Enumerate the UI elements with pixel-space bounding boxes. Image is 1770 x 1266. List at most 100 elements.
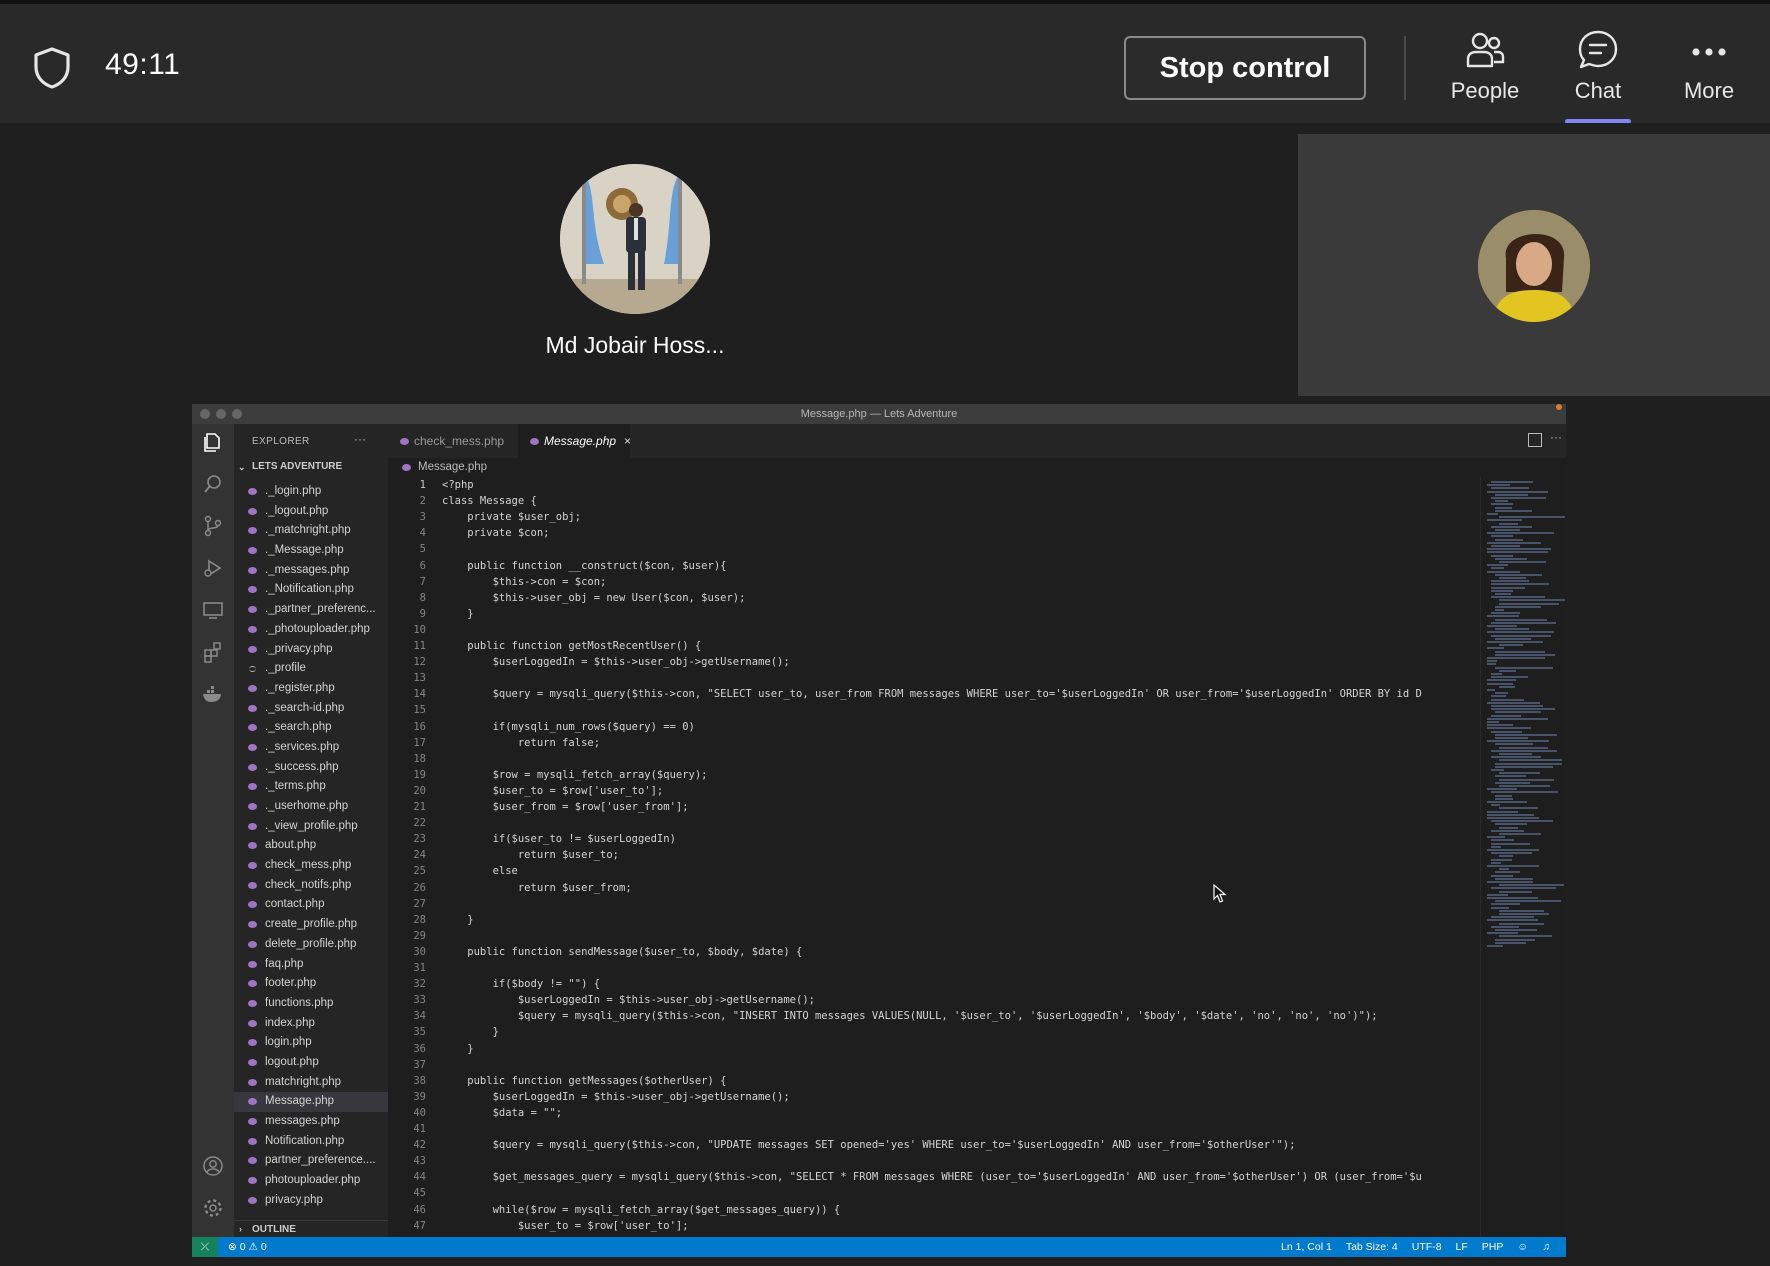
minimap-line bbox=[1499, 644, 1523, 647]
account-icon[interactable] bbox=[201, 1154, 225, 1178]
file-tree-item[interactable]: ._Message.php bbox=[234, 541, 388, 561]
file-tree-item[interactable]: ._profile bbox=[234, 659, 388, 679]
code-line: } bbox=[442, 607, 474, 620]
file-tree-item[interactable]: partner_preference.... bbox=[234, 1151, 388, 1171]
people-button[interactable]: People bbox=[1435, 28, 1535, 124]
feedback-icon[interactable]: ☺ bbox=[1517, 1237, 1528, 1257]
problems-indicator[interactable]: ⊗ 0 ⚠ 0 bbox=[228, 1237, 267, 1257]
minimap-line bbox=[1491, 903, 1521, 906]
file-tree-item[interactable]: ._services.php bbox=[234, 738, 388, 758]
window-close-dot[interactable] bbox=[200, 409, 210, 419]
extensions-icon[interactable] bbox=[201, 640, 225, 664]
file-tree-item[interactable]: check_notifs.php bbox=[234, 876, 388, 896]
file-tree-item[interactable]: functions.php bbox=[234, 994, 388, 1014]
file-tree-item[interactable]: ._search.php bbox=[234, 718, 388, 738]
file-tree-item[interactable]: matchright.php bbox=[234, 1073, 388, 1093]
code-line: private $user_obj; bbox=[442, 511, 582, 524]
php-icon bbox=[530, 438, 539, 445]
file-tree-item[interactable]: login.php bbox=[234, 1033, 388, 1053]
file-tree-item[interactable]: messages.php bbox=[234, 1112, 388, 1132]
shield-icon[interactable] bbox=[32, 46, 72, 90]
window-zoom-dot[interactable] bbox=[232, 409, 242, 419]
line-number: 39 bbox=[413, 1090, 426, 1103]
search-icon[interactable] bbox=[201, 472, 225, 496]
minimap[interactable] bbox=[1480, 477, 1566, 1237]
minimap-line bbox=[1491, 842, 1530, 845]
file-tree-item[interactable]: create_profile.php bbox=[234, 915, 388, 935]
source-control-icon[interactable] bbox=[201, 514, 225, 538]
bell-icon[interactable]: ♫ bbox=[1542, 1237, 1550, 1257]
project-folder-header[interactable]: ⌄ LETS ADVENTURE bbox=[234, 458, 388, 476]
file-tree-item[interactable]: footer.php bbox=[234, 974, 388, 994]
remote-indicator-icon[interactable]: ⤫ bbox=[192, 1237, 218, 1257]
participant-tile[interactable] bbox=[1298, 134, 1770, 396]
file-tree-item[interactable]: photouploader.php bbox=[234, 1171, 388, 1191]
files-icon[interactable] bbox=[201, 430, 225, 454]
file-tree-item[interactable]: ._terms.php bbox=[234, 777, 388, 797]
minimap-line bbox=[1491, 676, 1529, 679]
line-number: 47 bbox=[413, 1219, 426, 1232]
editor-more-icon[interactable]: ··· bbox=[1550, 430, 1562, 444]
encoding[interactable]: UTF-8 bbox=[1412, 1237, 1442, 1257]
chat-button[interactable]: Chat bbox=[1548, 28, 1648, 124]
code-editor[interactable]: 1 <?php 2 class Message {3 private $user_ob… bbox=[388, 477, 1472, 1237]
file-tree-item[interactable]: ._search-id.php bbox=[234, 699, 388, 719]
file-tree-item[interactable]: delete_profile.php bbox=[234, 935, 388, 955]
file-tree-item[interactable]: check_mess.php bbox=[234, 856, 388, 876]
file-tree-item[interactable]: about.php bbox=[234, 836, 388, 856]
minimap-line bbox=[1499, 913, 1550, 915]
file-tree-item[interactable]: logout.php bbox=[234, 1053, 388, 1073]
file-tree-item[interactable]: faq.php bbox=[234, 955, 388, 975]
file-tree-item[interactable]: ._privacy.php bbox=[234, 640, 388, 660]
settings-gear-icon[interactable] bbox=[201, 1196, 225, 1220]
window-minimize-dot[interactable] bbox=[216, 409, 226, 419]
shared-screen[interactable]: Message.php — Lets Adventure EXPLORER ··… bbox=[192, 404, 1566, 1257]
file-name: ._Message.php bbox=[265, 544, 344, 557]
file-tree-item[interactable]: ._matchright.php bbox=[234, 521, 388, 541]
file-tree-item[interactable]: ._login.php bbox=[234, 482, 388, 502]
file-tree-item[interactable]: Message.php bbox=[234, 1092, 388, 1112]
file-tree-item[interactable]: ._view_profile.php bbox=[234, 817, 388, 837]
minimap-line bbox=[1491, 503, 1514, 506]
file-tree-item[interactable]: Notification.php bbox=[234, 1132, 388, 1152]
docker-icon[interactable] bbox=[201, 682, 225, 706]
more-button[interactable]: More bbox=[1659, 28, 1759, 124]
outline-section-header[interactable]: › OUTLINE bbox=[234, 1220, 388, 1237]
php-icon bbox=[248, 488, 257, 495]
explorer-more-icon[interactable]: ··· bbox=[354, 432, 366, 446]
cursor-position[interactable]: Ln 1, Col 1 bbox=[1281, 1237, 1332, 1257]
file-tree-item[interactable]: ._messages.php bbox=[234, 561, 388, 581]
breadcrumb[interactable]: Message.php bbox=[388, 458, 1566, 477]
minimap-line bbox=[1491, 567, 1505, 570]
line-endings[interactable]: LF bbox=[1456, 1237, 1468, 1257]
minimap-line bbox=[1491, 621, 1557, 624]
file-tree-item[interactable]: ._logout.php bbox=[234, 502, 388, 522]
tab-size[interactable]: Tab Size: 4 bbox=[1346, 1237, 1398, 1257]
file-name: matchright.php bbox=[265, 1075, 342, 1088]
language-mode[interactable]: PHP bbox=[1482, 1237, 1504, 1257]
minimap-line bbox=[1487, 657, 1545, 659]
file-name: login.php bbox=[265, 1036, 312, 1049]
stop-control-button[interactable]: Stop control bbox=[1124, 36, 1366, 100]
code-line: <?php bbox=[442, 479, 474, 491]
minimap-line bbox=[1491, 861, 1501, 864]
participant-avatar[interactable] bbox=[560, 164, 710, 314]
file-tree-item[interactable]: contact.php bbox=[234, 895, 388, 915]
file-tree-item[interactable]: ._partner_preferenc... bbox=[234, 600, 388, 620]
tab-message[interactable]: Message.php × bbox=[518, 424, 631, 458]
code-line: $row = mysqli_fetch_array($query); bbox=[442, 768, 708, 781]
file-tree-item[interactable]: ._register.php bbox=[234, 679, 388, 699]
line-number: 5 bbox=[419, 543, 426, 556]
remote-explorer-icon[interactable] bbox=[201, 598, 225, 622]
file-tree-item[interactable]: index.php bbox=[234, 1014, 388, 1034]
close-icon[interactable]: × bbox=[624, 434, 631, 448]
file-tree-item[interactable]: privacy.php bbox=[234, 1191, 388, 1211]
php-icon bbox=[248, 1157, 257, 1165]
file-tree-item[interactable]: ._Notification.php bbox=[234, 580, 388, 600]
run-debug-icon[interactable] bbox=[201, 556, 225, 580]
file-tree-item[interactable]: ._userhome.php bbox=[234, 797, 388, 817]
file-tree-item[interactable]: ._photouploader.php bbox=[234, 620, 388, 640]
split-editor-icon[interactable] bbox=[1528, 433, 1542, 447]
file-tree-item[interactable]: ._success.php bbox=[234, 758, 388, 778]
tab-check-mess[interactable]: check_mess.php bbox=[388, 424, 518, 458]
